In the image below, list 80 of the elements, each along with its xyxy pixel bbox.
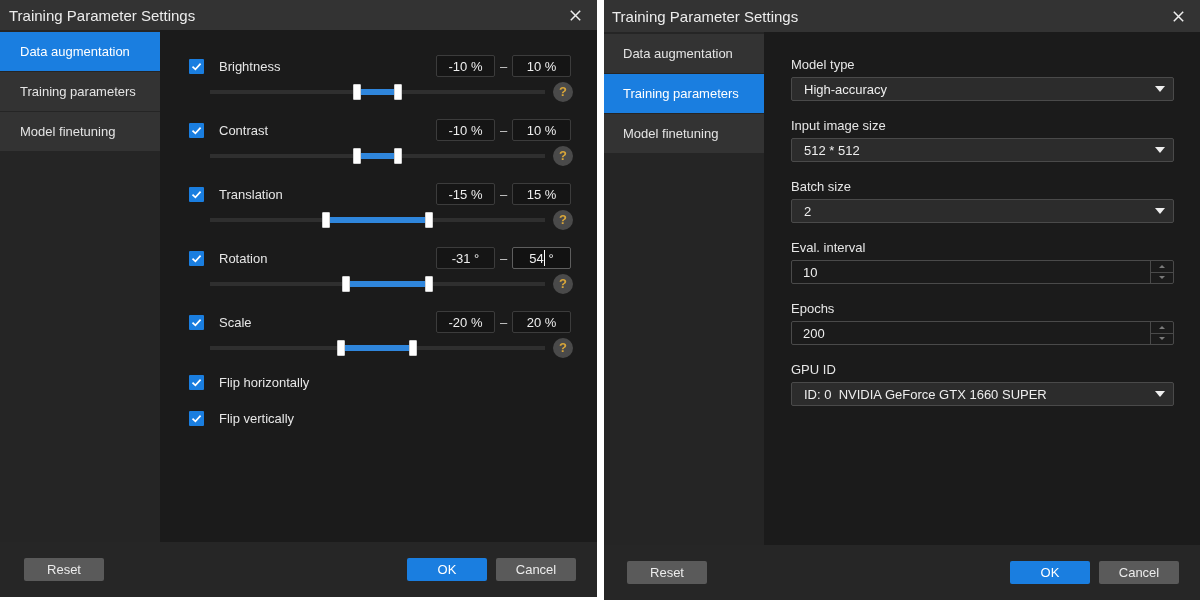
caret-down-icon	[1155, 86, 1165, 92]
dropdown[interactable]: ID: 0 NVIDIA GeForce GTX 1660 SUPER	[791, 382, 1174, 406]
range-min-field[interactable]: -10 %	[436, 55, 495, 77]
caret-down-icon	[1155, 208, 1165, 214]
field-label: GPU ID	[791, 362, 837, 378]
help-button[interactable]: ?	[553, 146, 573, 166]
slider-thumb[interactable]	[336, 340, 345, 356]
checkbox[interactable]	[189, 58, 204, 74]
field-label: Batch size	[791, 179, 852, 195]
option-label: Contrast	[219, 122, 269, 138]
footer-button[interactable]: Cancel	[1099, 561, 1179, 584]
range-min-field[interactable]: -15 %	[436, 183, 495, 205]
dropdown[interactable]: 512 * 512	[791, 138, 1174, 162]
caret-down-icon	[1155, 147, 1165, 153]
footer-button[interactable]: OK	[407, 558, 487, 581]
sidebar-tab[interactable]: Data augmentation	[604, 34, 764, 73]
slider-thumb[interactable]	[425, 276, 434, 292]
dropdown[interactable]: 2	[791, 199, 1174, 223]
range-separator: –	[498, 250, 509, 266]
sidebar-tab[interactable]: Data augmentation	[0, 32, 160, 71]
range-max-field[interactable]: 10 %	[512, 119, 571, 141]
range-separator: –	[498, 122, 509, 138]
range-min-field[interactable]: -31 °	[436, 247, 495, 269]
help-button[interactable]: ?	[553, 338, 573, 358]
help-button[interactable]: ?	[553, 82, 573, 102]
sidebar-tab[interactable]: Training parameters	[0, 72, 160, 111]
option-label: Brightness	[219, 58, 281, 74]
sidebar-tab[interactable]: Model finetuning	[604, 114, 764, 153]
caret-up-icon[interactable]	[1159, 325, 1165, 329]
option-label: Flip vertically	[219, 410, 295, 426]
range-min-field[interactable]: -20 %	[436, 311, 495, 333]
range-separator: –	[498, 314, 509, 330]
field-label: Model type	[791, 57, 856, 73]
checkbox[interactable]	[189, 250, 204, 266]
slider-thumb[interactable]	[409, 340, 418, 356]
range-max-field[interactable]: 10 %	[512, 55, 571, 77]
help-button[interactable]: ?	[553, 274, 573, 294]
range-separator: –	[498, 58, 509, 74]
field-label: Eval. interval	[791, 240, 867, 256]
help-button[interactable]: ?	[553, 210, 573, 230]
option-label: Rotation	[219, 250, 268, 266]
footer-button[interactable]: Reset	[627, 561, 707, 584]
field-label: Epochs	[791, 301, 836, 317]
slider-thumb[interactable]	[321, 212, 330, 228]
footer-button[interactable]: Cancel	[496, 558, 576, 581]
option-label: Translation	[219, 186, 283, 202]
slider-thumb[interactable]	[393, 84, 402, 100]
caret-down-icon[interactable]	[1159, 337, 1165, 341]
slider-thumb[interactable]	[353, 148, 362, 164]
close-icon[interactable]	[1173, 10, 1184, 22]
dialog-title: Training Parameter Settings	[9, 6, 197, 24]
range-max-field[interactable]: 15 %	[512, 183, 571, 205]
sidebar-tab[interactable]: Model finetuning	[0, 112, 160, 151]
footer-button[interactable]: OK	[1010, 561, 1090, 584]
checkbox[interactable]	[189, 186, 204, 202]
checkbox[interactable]	[189, 374, 204, 390]
checkbox[interactable]	[189, 410, 204, 426]
option-label: Flip horizontally	[219, 374, 310, 390]
option-label: Scale	[219, 314, 252, 330]
sidebar-tab[interactable]: Training parameters	[604, 74, 764, 113]
range-max-field[interactable]: 54 °	[512, 247, 571, 269]
dialog-title: Training Parameter Settings	[612, 7, 800, 25]
checkbox[interactable]	[189, 314, 204, 330]
range-max-field[interactable]: 20 %	[512, 311, 571, 333]
slider-thumb[interactable]	[353, 84, 362, 100]
footer-button[interactable]: Reset	[24, 558, 104, 581]
close-icon[interactable]	[570, 9, 581, 21]
checkbox[interactable]	[189, 122, 204, 138]
number-field[interactable]: 200	[791, 321, 1174, 345]
number-field[interactable]: 10	[791, 260, 1174, 284]
caret-down-icon	[1155, 391, 1165, 397]
caret-down-icon[interactable]	[1159, 276, 1165, 280]
range-min-field[interactable]: -10 %	[436, 119, 495, 141]
field-label: Input image size	[791, 118, 887, 134]
slider-thumb[interactable]	[425, 212, 434, 228]
slider-thumb[interactable]	[342, 276, 351, 292]
caret-up-icon[interactable]	[1159, 264, 1165, 268]
range-separator: –	[498, 186, 509, 202]
dropdown[interactable]: High-accuracy	[791, 77, 1174, 101]
slider-thumb[interactable]	[393, 148, 402, 164]
